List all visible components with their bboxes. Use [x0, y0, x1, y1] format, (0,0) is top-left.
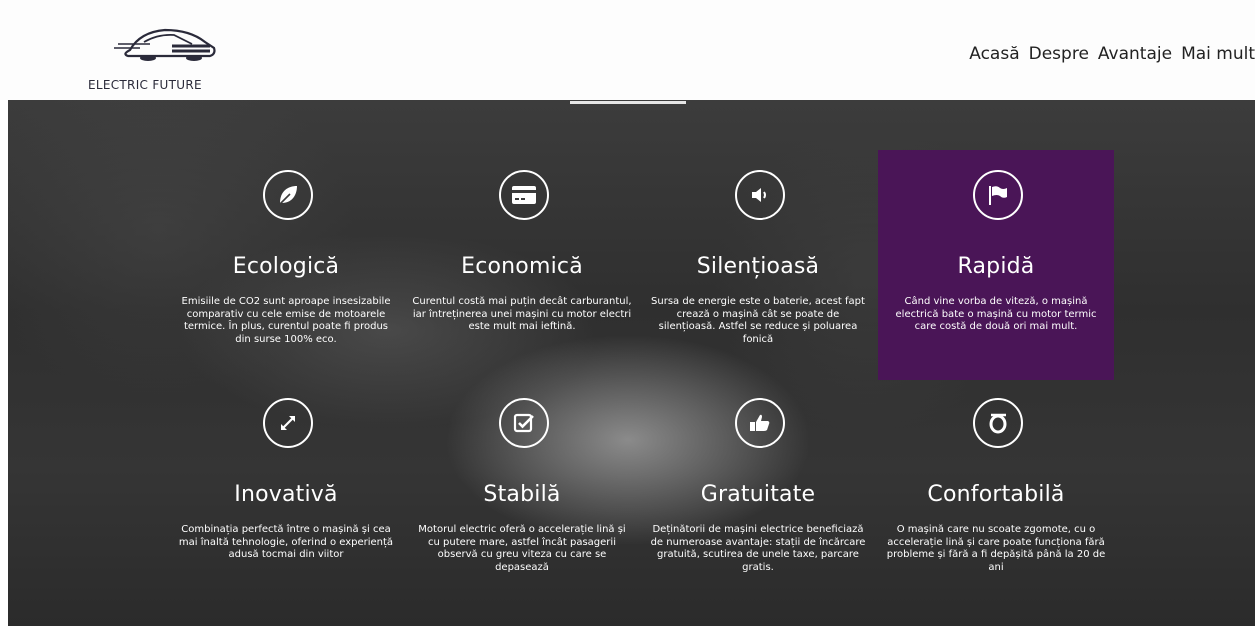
ring-icon [989, 413, 1007, 434]
leaf-icon [279, 186, 297, 205]
nav-link-mai-mult[interactable]: Mai mult [1181, 44, 1255, 74]
feature-title: Confortabilă [927, 482, 1065, 507]
feature-icon-wrap [263, 170, 313, 220]
site-header: ELECTRIC FUTURE Acasă Despre Avantaje Ma… [0, 0, 1255, 100]
feature-card-silentioasa: Silențioasă Sursa de energie este o bate… [640, 150, 876, 380]
flag-icon [989, 186, 1007, 205]
logo-text: ELECTRIC FUTURE [88, 78, 202, 92]
thumbs-up-icon [750, 414, 770, 431]
feature-icon-wrap [735, 398, 785, 448]
feature-title: Stabilă [483, 482, 561, 507]
feature-title: Rapidă [957, 254, 1035, 279]
feature-title: Gratuitate [700, 482, 816, 507]
checkbox-icon [513, 413, 534, 433]
feature-text: Emisiile de CO2 sunt aproape insesizabil… [181, 296, 391, 345]
feature-title: Ecologică [232, 254, 340, 279]
nav-link-despre[interactable]: Despre [1029, 44, 1089, 74]
feature-card-inovativa: Inovativă Combinația perfectă între o ma… [168, 378, 404, 608]
feature-text: Deținătorii de mașini electrice benefici… [650, 524, 866, 573]
feature-text: Motorul electric oferă o accelerație lin… [418, 524, 626, 573]
credit-card-icon [512, 186, 536, 204]
logo[interactable]: ELECTRIC FUTURE [88, 18, 248, 94]
expand-arrows-icon [281, 416, 295, 430]
feature-card-confortabila: Confortabilă O mașină care nu scoate zgo… [878, 378, 1114, 608]
feature-title: Inovativă [234, 482, 338, 507]
feature-text: Curentul costă mai puțin decât carburant… [412, 296, 632, 332]
feature-icon-wrap [735, 170, 785, 220]
feature-title: Silențioasă [696, 254, 820, 279]
feature-card-economica: Economică Curentul costă mai puțin decât… [404, 150, 640, 380]
feature-card-gratuitate: Gratuitate Deținătorii de mașini electri… [640, 378, 876, 608]
nav-link-avantaje[interactable]: Avantaje [1098, 44, 1172, 74]
feature-card-ecologica: Ecologică Emisiile de CO2 sunt aproape i… [168, 150, 404, 380]
feature-text: Când vine vorba de viteză, o mașină elec… [895, 296, 1097, 332]
car-logo-icon [114, 28, 216, 61]
feature-icon-wrap [499, 398, 549, 448]
section-divider [570, 101, 686, 104]
feature-icon-wrap [499, 170, 549, 220]
feature-text: Sursa de energie este o baterie, acest f… [651, 296, 865, 345]
feature-card-rapida: Rapidă Când vine vorba de viteză, o mași… [878, 150, 1114, 380]
main-nav: Acasă Despre Avantaje Mai mult [969, 44, 1255, 74]
feature-text: O mașină care nu scoate zgomote, cu o ac… [886, 524, 1106, 573]
feature-icon-wrap [263, 398, 313, 448]
feature-title: Economică [461, 254, 583, 279]
feature-icon-wrap [973, 398, 1023, 448]
nav-link-acasa[interactable]: Acasă [969, 44, 1019, 74]
feature-card-stabila: Stabilă Motorul electric oferă o acceler… [404, 378, 640, 608]
advantages-section: Ecologică Emisiile de CO2 sunt aproape i… [8, 100, 1255, 626]
feature-icon-wrap [973, 170, 1023, 220]
volume-icon [752, 188, 766, 202]
feature-text: Combinația perfectă între o mașină și ce… [178, 524, 394, 560]
